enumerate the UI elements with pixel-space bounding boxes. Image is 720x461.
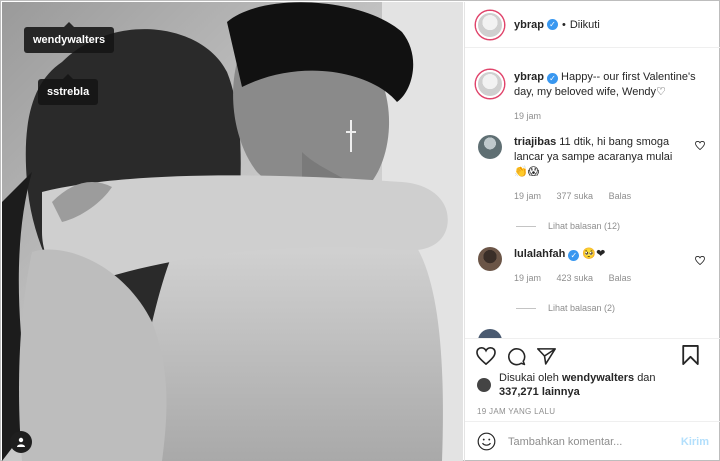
comment-time: 19 jam — [514, 191, 542, 201]
commenter-avatar[interactable] — [478, 247, 502, 271]
comment-emoji: 👏😱 — [514, 166, 540, 178]
separator-dot: • — [561, 18, 566, 31]
post-actions: Disukai oleh wendywalters dan 337,271 la… — [465, 338, 720, 461]
comment-item-partial — [476, 329, 709, 338]
caption-time: 19 jam — [514, 111, 542, 121]
reply-button[interactable]: Balas — [609, 191, 632, 201]
comment-time: 19 jam — [514, 273, 542, 283]
liker-username[interactable]: wendywalters — [562, 372, 634, 384]
photo-tag-wendywalters[interactable]: wendywalters — [24, 22, 115, 53]
comment-input[interactable]: Tambahkan komentar... — [508, 436, 681, 448]
comment-likes[interactable]: 423 suka — [557, 273, 594, 283]
comments-list[interactable]: ybrap ✓ Happy-- our first Valentine's day… — [465, 48, 720, 338]
share-send-icon[interactable] — [537, 347, 556, 365]
post-side-panel: ybrap ✓ • Diikuti ybrap ✓ Happy-- our fir… — [464, 2, 720, 461]
verified-badge-icon: ✓ — [568, 250, 580, 261]
post-window: wendywalters sstrebla ybrap ✓ • Diikuti … — [0, 0, 720, 461]
user-icon — [17, 437, 25, 447]
post-header: ybrap ✓ • Diikuti — [465, 2, 720, 48]
commenter-avatar[interactable] — [478, 135, 502, 159]
save-bookmark-icon[interactable] — [682, 345, 699, 365]
comment-username[interactable]: triajibas — [514, 136, 556, 148]
likes-summary: Disukai oleh wendywalters dan 337,271 la… — [465, 371, 720, 399]
emoji-smiley-icon[interactable] — [477, 432, 496, 451]
header-username[interactable]: ybrap — [514, 19, 544, 31]
like-comment-heart-icon[interactable] — [695, 141, 705, 150]
caption-username[interactable]: ybrap — [514, 71, 544, 83]
couple-hug-image — [2, 2, 463, 461]
commenter-avatar[interactable] — [478, 329, 502, 338]
likes-joiner: dan — [637, 372, 656, 384]
like-comment-heart-icon[interactable] — [695, 256, 705, 265]
add-comment-bar: Tambahkan komentar... Kirim — [465, 421, 720, 461]
tagged-users-button[interactable] — [10, 431, 32, 453]
comment-username[interactable]: lulalahfah — [514, 248, 565, 260]
comment-likes[interactable]: 377 suka — [557, 191, 594, 201]
caption: ybrap ✓ Happy-- our first Valentine's day… — [476, 70, 709, 124]
verified-badge-icon: ✓ — [546, 19, 558, 30]
liker-avatar[interactable] — [477, 378, 491, 392]
likes-prefix: Disukai oleh — [499, 372, 559, 384]
posted-time[interactable]: 19 JAM YANG LALU — [477, 407, 720, 416]
caption-avatar[interactable] — [476, 70, 504, 98]
view-replies-button[interactable]: Lihat balasan (12) — [516, 221, 709, 231]
post-photo[interactable]: wendywalters sstrebla — [2, 2, 463, 461]
like-heart-icon[interactable] — [476, 347, 496, 365]
replies-divider — [516, 225, 536, 227]
comment-item: lulalahfah ✓ 🥺❤ 19 jam 423 suka Balas — [476, 247, 709, 286]
follow-status-button[interactable]: Diikuti — [570, 19, 600, 31]
likes-count[interactable]: 337,271 lainnya — [499, 386, 580, 398]
view-replies-button[interactable]: Lihat balasan (2) — [516, 303, 709, 313]
avatar[interactable] — [476, 10, 504, 39]
comment-emoji: 🥺❤ — [582, 248, 606, 260]
reply-button[interactable]: Balas — [609, 273, 632, 283]
comment-item: triajibas 11 dtik, hi bang smoga lancar … — [476, 135, 709, 204]
photo-tag-sstrebla[interactable]: sstrebla — [38, 74, 99, 105]
replies-divider — [516, 307, 536, 309]
verified-badge-icon: ✓ — [546, 73, 558, 84]
comment-bubble-icon[interactable] — [507, 347, 526, 366]
post-comment-button[interactable]: Kirim — [681, 436, 709, 448]
